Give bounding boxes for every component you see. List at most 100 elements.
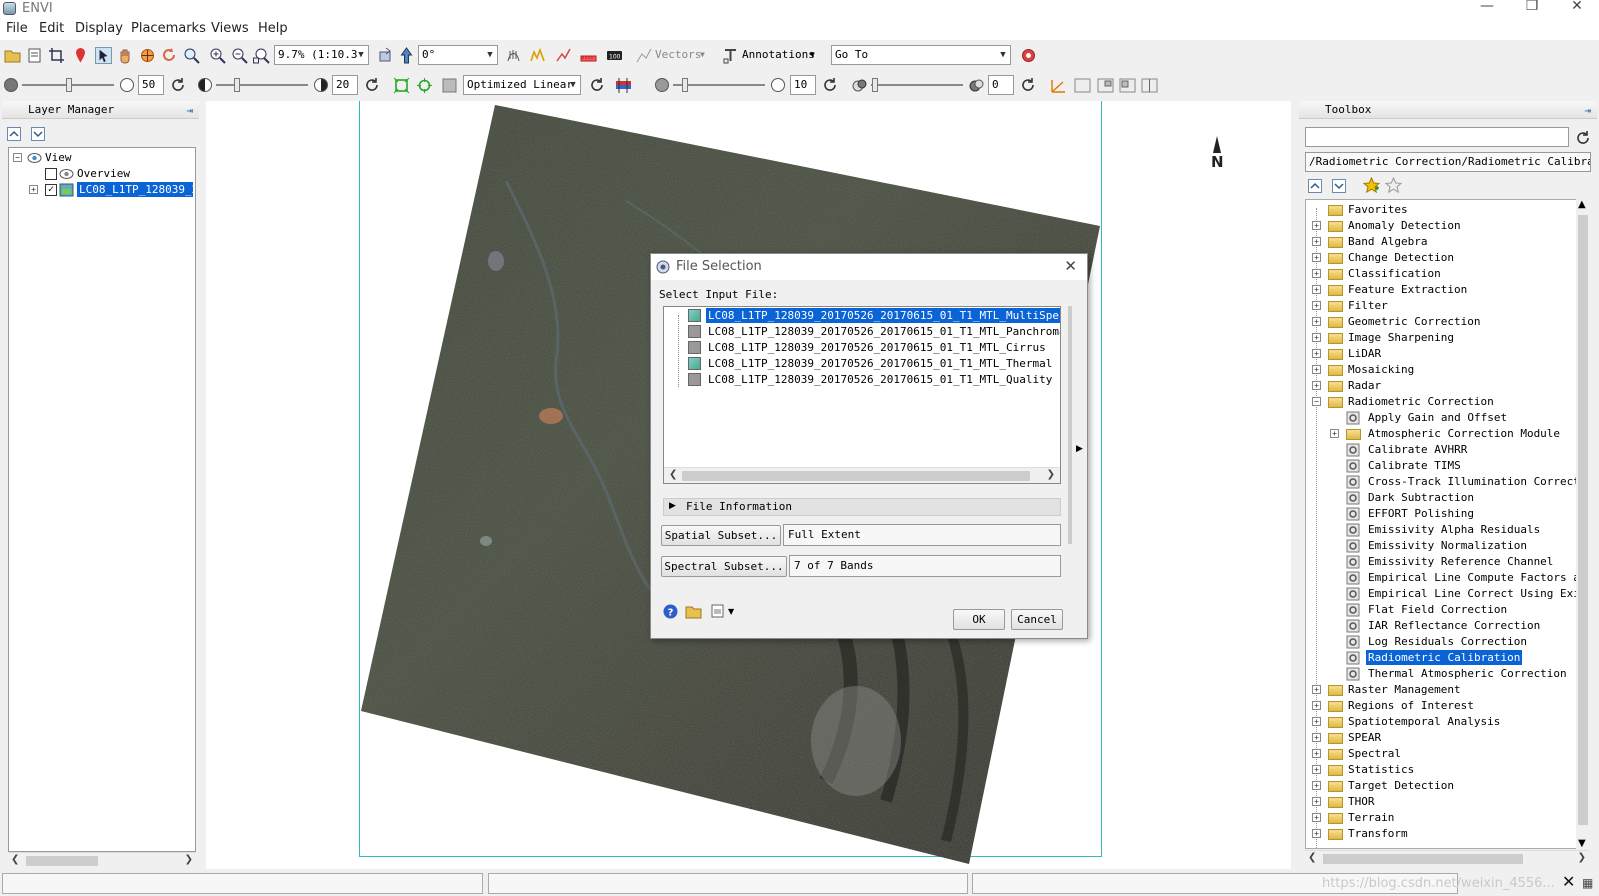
toolbox-folder[interactable]: + Raster Management xyxy=(1308,682,1578,698)
menu-placemarks[interactable]: Placemarks xyxy=(131,21,206,36)
brightness-slider-thumb[interactable] xyxy=(66,78,72,92)
flicker-icon[interactable] xyxy=(1119,77,1136,94)
restore-button[interactable]: ❐ xyxy=(1512,0,1552,18)
annotations-menu[interactable]: Annotations xyxy=(742,48,815,61)
reset-transparency-icon[interactable] xyxy=(1020,77,1037,94)
close-icon[interactable]: ✕ xyxy=(1562,872,1575,891)
toolbox-tool[interactable]: Log Residuals Correction xyxy=(1308,634,1587,650)
zoom-icon[interactable] xyxy=(183,47,200,64)
spectral-subset-button[interactable]: Spectral Subset... xyxy=(661,556,787,577)
toolbox-folder[interactable]: + Image Sharpening xyxy=(1308,330,1578,346)
crop-icon[interactable] xyxy=(48,47,65,64)
toolbox-folder[interactable]: + Transform xyxy=(1308,826,1578,842)
toolbox-tool[interactable]: Calibrate TIMS xyxy=(1308,458,1587,474)
toolbox-tool[interactable]: EFFORT Polishing xyxy=(1308,506,1587,522)
toolbox-folder[interactable]: + Band Algebra xyxy=(1308,234,1578,250)
north-up-icon[interactable] xyxy=(398,47,415,64)
single-view-icon[interactable] xyxy=(1074,77,1091,94)
expand-icon[interactable]: + xyxy=(1312,717,1321,726)
expand-icon[interactable]: + xyxy=(1312,781,1321,790)
menu-edit[interactable]: Edit xyxy=(39,21,64,36)
expand-icon[interactable]: + xyxy=(1312,269,1321,278)
chevron-left-icon[interactable]: ❮ xyxy=(1308,852,1316,863)
reset-sharpen-icon[interactable] xyxy=(822,77,839,94)
layer-hscrollbar[interactable]: ❮ ❯ xyxy=(8,852,196,868)
expand-icon[interactable]: + xyxy=(1312,365,1321,374)
data-manager-icon[interactable] xyxy=(26,47,43,64)
close-window-button[interactable]: ✕ xyxy=(1557,0,1597,18)
goto-combo[interactable]: Go To ▼ xyxy=(831,45,1011,65)
expand-icon[interactable]: + xyxy=(1312,765,1321,774)
toolbox-folder[interactable]: − Radiometric Correction xyxy=(1308,394,1578,410)
toolbox-folder[interactable]: + Target Detection xyxy=(1308,778,1578,794)
transparency-input[interactable]: 0 xyxy=(988,75,1014,95)
spatial-subset-button[interactable]: Spatial Subset... xyxy=(661,525,781,546)
swipe-icon[interactable] xyxy=(1141,77,1158,94)
expand-icon[interactable]: + xyxy=(1312,253,1321,262)
remove-favorite-star-icon[interactable] xyxy=(1385,177,1402,194)
toolbox-folder[interactable]: + Classification xyxy=(1308,266,1578,282)
zoom-in-icon[interactable] xyxy=(209,47,226,64)
file-information-section[interactable]: ▶ File Information xyxy=(663,498,1061,516)
zoom-out-icon[interactable] xyxy=(231,47,248,64)
toolbox-tool[interactable]: Calibrate AVHRR xyxy=(1308,442,1587,458)
expand-icon[interactable]: + xyxy=(1312,733,1321,742)
dialog-close-button[interactable]: ✕ xyxy=(1064,257,1077,275)
scroll-thumb[interactable] xyxy=(1323,854,1523,864)
toolbox-folder[interactable]: + Statistics xyxy=(1308,762,1578,778)
tree-item-overview[interactable]: Overview xyxy=(11,166,191,182)
dock-pin-icon[interactable]: ⇥ xyxy=(186,102,193,119)
measure-icon[interactable] xyxy=(580,47,597,64)
expand-icon[interactable]: + xyxy=(1312,701,1321,710)
chevron-left-icon[interactable]: ❮ xyxy=(669,469,677,480)
collapse-icon[interactable]: − xyxy=(1312,397,1321,406)
open-folder-icon[interactable] xyxy=(4,47,21,64)
collapse-icon[interactable]: − xyxy=(13,153,22,162)
tree-item-view[interactable]: − View xyxy=(11,150,191,166)
expand-icon[interactable]: + xyxy=(29,185,38,194)
menu-help[interactable]: Help xyxy=(258,21,288,36)
toolbox-folder[interactable]: + Geometric Correction xyxy=(1308,314,1578,330)
reset-brightness-icon[interactable] xyxy=(170,77,187,94)
toolbox-tool[interactable]: Empirical Line Correct Using Existing Fa… xyxy=(1308,586,1587,602)
move-up-icon[interactable] xyxy=(7,127,21,141)
transparency-slider-thumb[interactable] xyxy=(872,78,878,92)
toolbox-tool[interactable]: Cross-Track Illumination Correction xyxy=(1308,474,1587,490)
open-file-folder-icon[interactable] xyxy=(685,603,702,619)
pan-hand-icon[interactable] xyxy=(117,47,134,64)
zoom-fit-icon[interactable] xyxy=(253,47,270,64)
sharpen-input[interactable]: 10 xyxy=(790,75,816,95)
rotate-view-icon[interactable] xyxy=(377,47,394,64)
fly-icon[interactable] xyxy=(139,47,156,64)
file-item-thermal[interactable]: LC08_L1TP_128039_20170526_20170615_01_T1… xyxy=(672,356,1060,372)
file-item-cirrus[interactable]: LC08_L1TP_128039_20170526_20170615_01_T1… xyxy=(672,340,1060,356)
expand-icon[interactable]: + xyxy=(1330,429,1339,438)
toolbox-tool[interactable]: IAR Reflectance Correction xyxy=(1308,618,1587,634)
reset-stretch-icon[interactable] xyxy=(589,77,606,94)
expand-icon[interactable]: + xyxy=(1312,749,1321,758)
expand-icon[interactable]: + xyxy=(1312,285,1321,294)
file-item-panchromatic[interactable]: LC08_L1TP_128039_20170526_20170615_01_T1… xyxy=(672,324,1060,340)
chip-display-icon[interactable]: 100 xyxy=(606,47,623,64)
goto-search-icon[interactable] xyxy=(1020,47,1037,64)
resize-grip-icon[interactable]: ▦ xyxy=(1582,876,1593,890)
toolbox-folder[interactable]: + Anomaly Detection xyxy=(1308,218,1578,234)
toolbox-tool[interactable]: Apply Gain and Offset xyxy=(1308,410,1587,426)
expand-icon[interactable]: + xyxy=(1312,829,1321,838)
menu-views[interactable]: Views xyxy=(211,21,249,36)
file-list-hscrollbar[interactable]: ❮ ❯ xyxy=(664,467,1060,483)
toolbox-folder[interactable]: + THOR xyxy=(1308,794,1578,810)
toolbox-folder[interactable]: + Spatiotemporal Analysis xyxy=(1308,714,1578,730)
sharpen-slider-thumb[interactable] xyxy=(682,78,688,92)
spectral-profile-icon[interactable] xyxy=(529,47,546,64)
overview-checkbox[interactable] xyxy=(45,168,57,180)
toolbox-folder[interactable]: + Filter xyxy=(1308,298,1578,314)
toolbox-subfolder[interactable]: + Atmospheric Correction Module xyxy=(1308,426,1587,442)
chevron-right-icon[interactable]: ❯ xyxy=(1578,852,1586,863)
toolbox-search-input[interactable] xyxy=(1305,127,1569,147)
file-item-quality[interactable]: LC08_L1TP_128039_20170526_20170615_01_T1… xyxy=(672,372,1060,388)
stretch-view-icon[interactable] xyxy=(416,77,433,94)
add-favorite-star-icon[interactable] xyxy=(1363,177,1380,194)
stretch-combo[interactable]: Optimized Linear ▼ xyxy=(463,75,581,95)
transparency-slider[interactable] xyxy=(871,84,963,86)
